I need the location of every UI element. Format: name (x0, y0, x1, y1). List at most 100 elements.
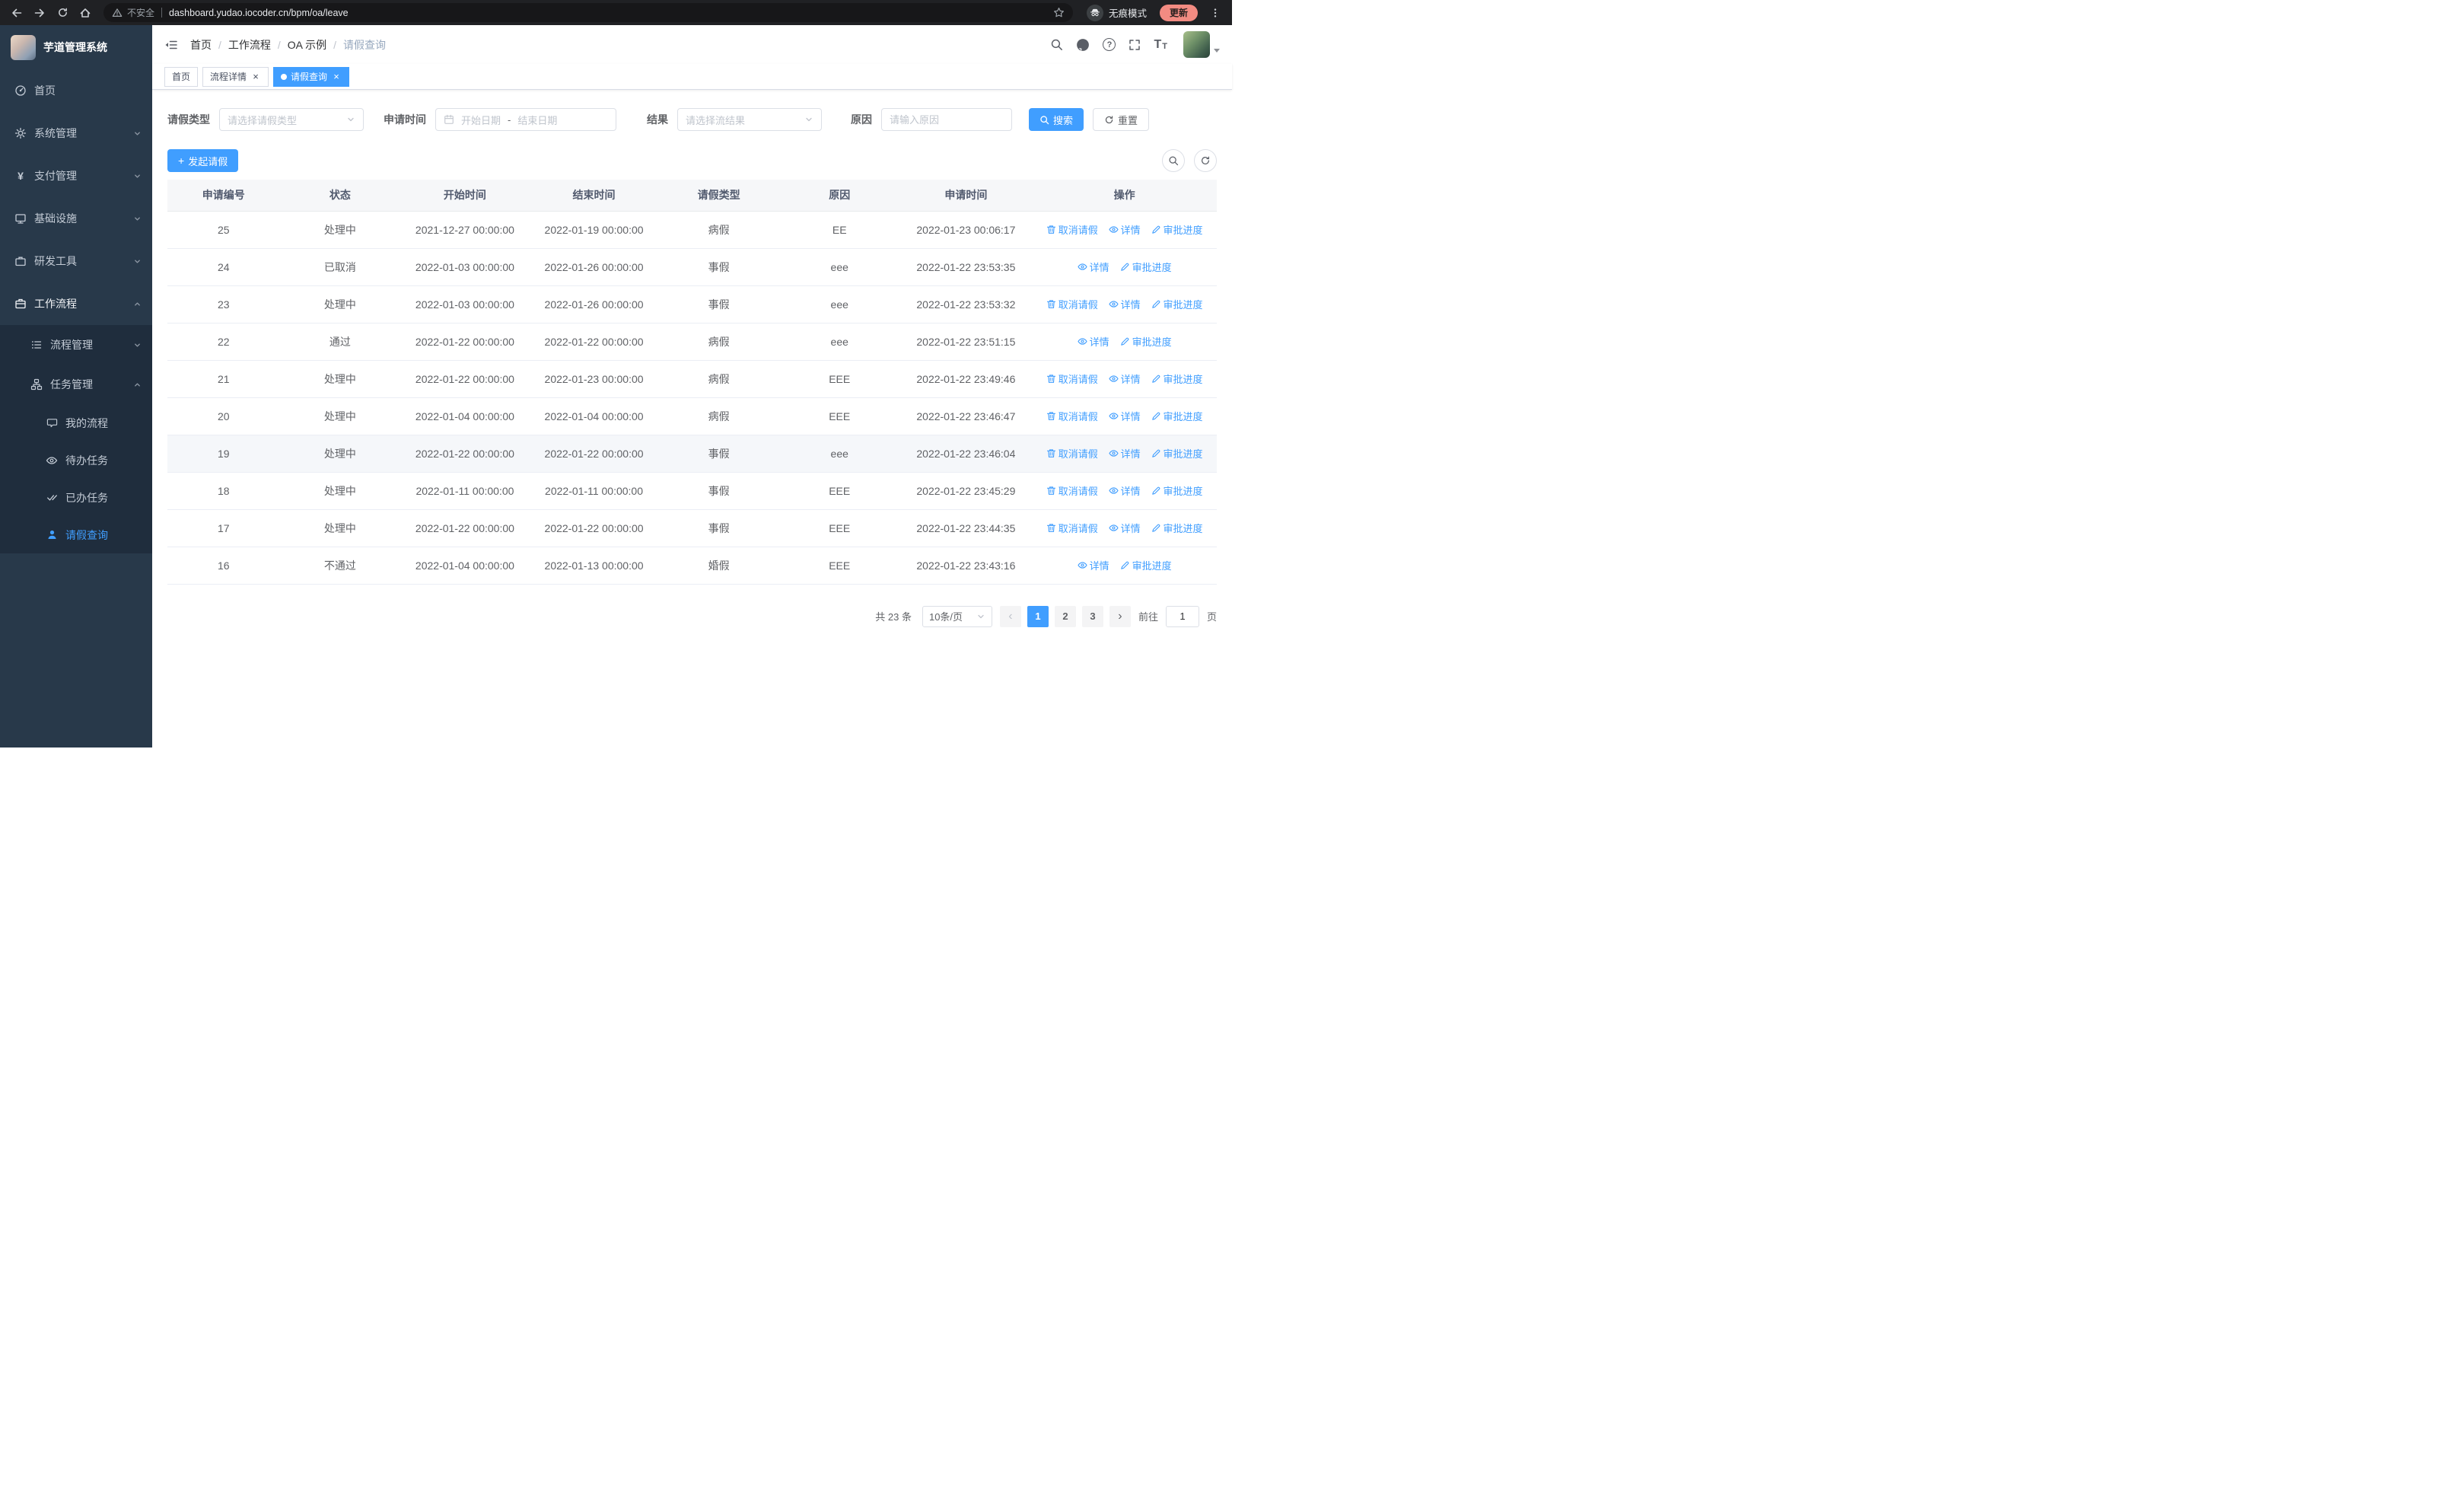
breadcrumb: 首页 / 工作流程 / OA 示例 / 请假查询 (190, 37, 386, 53)
leave-type-select[interactable]: 请选择请假类型 (219, 108, 364, 131)
refresh-table-button[interactable] (1194, 149, 1217, 172)
tab-label: 流程详情 (210, 72, 247, 82)
cancel-leave-link[interactable]: 取消请假 (1046, 371, 1098, 386)
reset-button[interactable]: 重置 (1093, 108, 1150, 131)
tab-home[interactable]: 首页 (164, 66, 199, 87)
approval-progress-link[interactable]: 审批进度 (1120, 558, 1172, 572)
approval-progress-link[interactable]: 审批进度 (1151, 446, 1203, 461)
page-button-2[interactable]: 2 (1054, 605, 1076, 627)
cell-end-time: 2022-01-19 00:00:00 (529, 211, 659, 249)
page-size-select[interactable]: 10条/页 (922, 605, 992, 627)
list-icon (30, 339, 43, 351)
approval-progress-link[interactable]: 审批进度 (1151, 521, 1203, 535)
cell-leave-type: 婚假 (658, 547, 779, 585)
fullscreen-button[interactable] (1129, 39, 1141, 51)
next-page-button[interactable]: › (1109, 605, 1131, 627)
browser-forward-button[interactable] (29, 2, 50, 24)
url-text[interactable]: dashboard.yudao.iocoder.cn/bpm/oa/leave (169, 8, 1049, 18)
header-search-button[interactable] (1050, 38, 1063, 51)
edit-pen-icon (1120, 337, 1129, 346)
prev-page-button[interactable]: ‹ (999, 605, 1021, 627)
detail-link[interactable]: 详情 (1108, 409, 1141, 423)
cancel-leave-link[interactable]: 取消请假 (1046, 409, 1098, 423)
detail-link[interactable]: 详情 (1078, 558, 1109, 572)
detail-link[interactable]: 详情 (1078, 260, 1109, 274)
sidebar-item-label: 任务管理 (50, 378, 93, 390)
approval-progress-link[interactable]: 审批进度 (1151, 371, 1203, 386)
cell-id: 19 (167, 435, 280, 473)
cancel-leave-link[interactable]: 取消请假 (1046, 222, 1098, 237)
close-tab-icon[interactable]: × (250, 72, 261, 82)
sidebar-item-workflow[interactable]: 工作流程 (0, 282, 152, 325)
browser-address-bar[interactable]: 不安全 dashboard.yudao.iocoder.cn/bpm/oa/le… (103, 3, 1073, 22)
browser-update-button[interactable]: 更新 (1159, 4, 1198, 21)
cancel-leave-link[interactable]: 取消请假 (1046, 483, 1098, 498)
approval-progress-link[interactable]: 审批进度 (1151, 222, 1203, 237)
cell-leave-type: 病假 (658, 323, 779, 361)
detail-link[interactable]: 详情 (1108, 222, 1141, 237)
browser-back-button[interactable] (6, 2, 27, 24)
detail-link[interactable]: 详情 (1108, 521, 1141, 535)
browser-reload-button[interactable] (52, 2, 73, 24)
approval-progress-link[interactable]: 审批进度 (1151, 297, 1203, 311)
sidebar-item-home[interactable]: 首页 (0, 69, 152, 112)
cell-actions: 详情 审批进度 (1032, 248, 1217, 286)
cancel-leave-link[interactable]: 取消请假 (1046, 521, 1098, 535)
close-tab-icon[interactable]: × (331, 72, 342, 82)
approval-progress-link[interactable]: 审批进度 (1120, 334, 1172, 349)
user-menu[interactable] (1183, 31, 1220, 58)
chevron-down-icon (346, 115, 355, 124)
sidebar-item-my-processes[interactable]: 我的流程 (0, 404, 152, 441)
sidebar-item-task-management[interactable]: 任务管理 (0, 365, 152, 404)
cancel-leave-link[interactable]: 取消请假 (1046, 297, 1098, 311)
app-logo[interactable]: 芋道管理系统 (0, 25, 152, 69)
cancel-leave-link[interactable]: 取消请假 (1046, 446, 1098, 461)
question-mark-icon: ? (1103, 38, 1116, 51)
sidebar: 芋道管理系统 首页 系统管理 ¥ 支付管理 基础设施 研发工具 工作流程 流程管… (0, 25, 152, 748)
sidebar-item-devtools[interactable]: 研发工具 (0, 240, 152, 282)
collapse-sidebar-button[interactable] (164, 39, 183, 51)
sidebar-item-payment[interactable]: ¥ 支付管理 (0, 155, 152, 197)
double-check-icon (46, 492, 58, 503)
breadcrumb-home[interactable]: 首页 (190, 37, 212, 53)
page-button-3[interactable]: 3 (1081, 605, 1103, 627)
cell-status: 处理中 (279, 360, 401, 398)
cell-start-time: 2022-01-03 00:00:00 (400, 248, 530, 286)
search-button[interactable]: 搜索 (1029, 108, 1084, 131)
browser-home-button[interactable] (75, 2, 96, 24)
detail-link[interactable]: 详情 (1078, 334, 1109, 349)
font-size-button[interactable]: TT (1154, 38, 1167, 51)
detail-link[interactable]: 详情 (1108, 371, 1141, 386)
cell-id: 21 (167, 360, 280, 398)
sidebar-item-process-management[interactable]: 流程管理 (0, 325, 152, 365)
security-chip-label[interactable]: 不安全 (127, 6, 154, 19)
cell-end-time: 2022-01-11 00:00:00 (529, 472, 659, 510)
detail-link[interactable]: 详情 (1108, 483, 1141, 498)
github-link-button[interactable] (1076, 38, 1090, 52)
bookmark-star-icon[interactable] (1053, 7, 1065, 18)
sidebar-item-infrastructure[interactable]: 基础设施 (0, 197, 152, 240)
detail-link[interactable]: 详情 (1108, 297, 1141, 311)
table-toolbar: + 发起请假 (167, 149, 1217, 172)
cell-reason: EEE (778, 397, 900, 435)
goto-page-input[interactable] (1166, 606, 1199, 626)
tab-process-detail[interactable]: 流程详情 × (202, 66, 269, 87)
help-button[interactable]: ? (1103, 38, 1116, 51)
approval-progress-link[interactable]: 审批进度 (1151, 483, 1203, 498)
browser-menu-button[interactable] (1205, 2, 1226, 24)
apply-time-range-picker[interactable]: 开始日期 - 结束日期 (435, 108, 616, 131)
sidebar-item-todo-tasks[interactable]: 待办任务 (0, 441, 152, 479)
create-leave-button[interactable]: + 发起请假 (167, 149, 239, 172)
page-button-1[interactable]: 1 (1027, 605, 1049, 627)
approval-progress-link[interactable]: 审批进度 (1151, 409, 1203, 423)
detail-link[interactable]: 详情 (1108, 446, 1141, 461)
tab-leave-query[interactable]: 请假查询 × (273, 66, 350, 87)
approval-progress-link[interactable]: 审批进度 (1120, 260, 1172, 274)
result-select[interactable]: 请选择流结果 (677, 108, 822, 131)
sidebar-item-leave-query[interactable]: 请假查询 (0, 516, 152, 553)
reason-input[interactable] (890, 113, 1004, 126)
sidebar-item-done-tasks[interactable]: 已办任务 (0, 479, 152, 516)
table-right-tools (1162, 149, 1217, 172)
sidebar-item-system[interactable]: 系统管理 (0, 112, 152, 155)
toggle-search-button[interactable] (1162, 149, 1185, 172)
